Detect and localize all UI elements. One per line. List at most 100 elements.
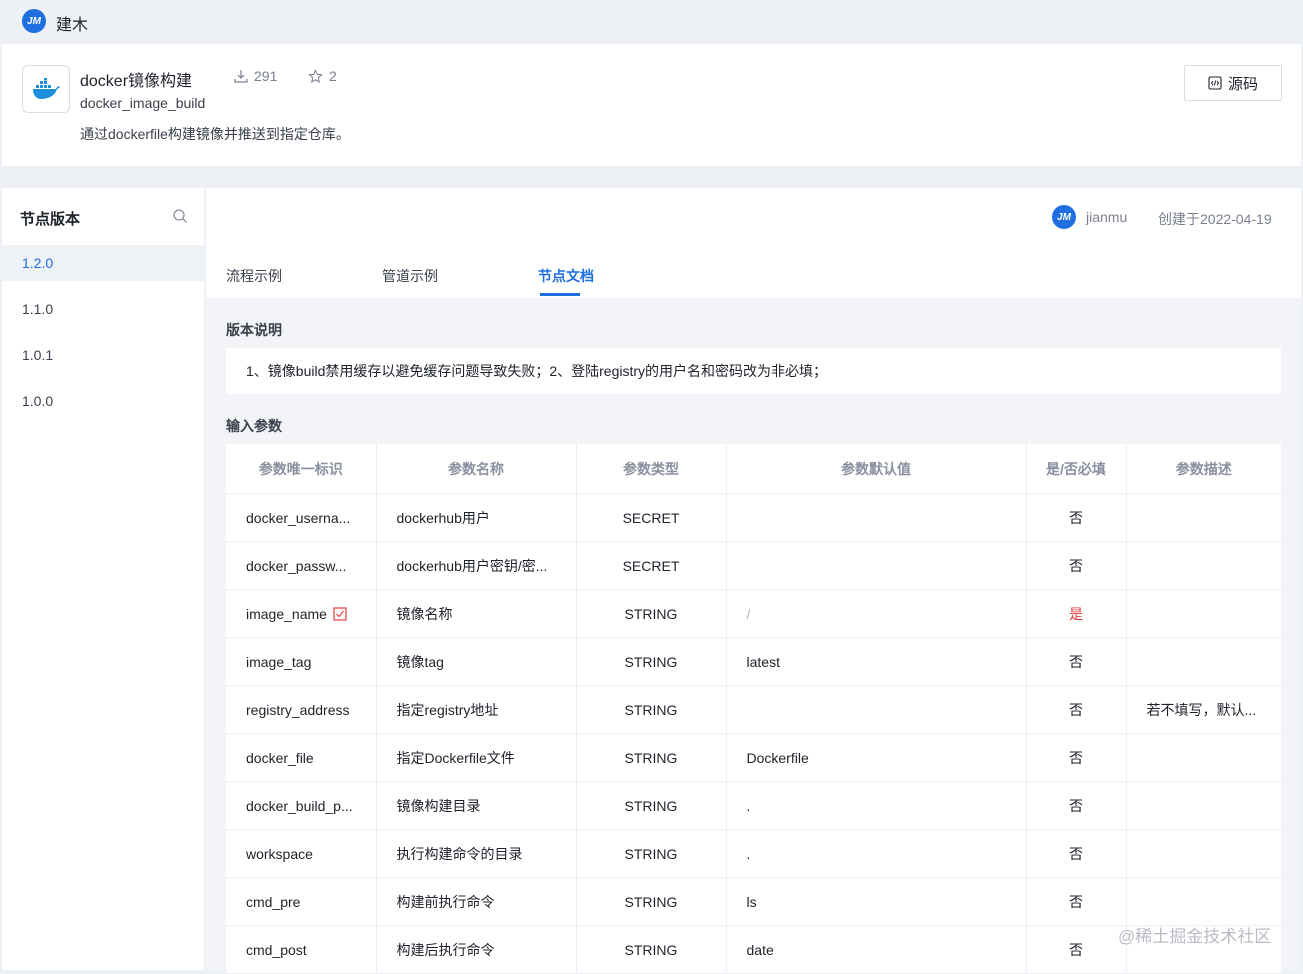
table-row: image_tag 镜像tag STRING latest 否 xyxy=(226,637,1281,686)
author-avatar: JM xyxy=(1052,205,1076,229)
download-icon xyxy=(234,70,248,83)
param-default-cell-text: ls xyxy=(746,893,757,910)
param-required-cell-text: 否 xyxy=(1069,797,1083,814)
param-default-cell xyxy=(726,493,1027,542)
param-desc-cell-text: 若不填写，默认... xyxy=(1146,701,1257,718)
param-name-cell-text: dockerhub用户密钥/密... xyxy=(396,557,548,574)
param-default-cell: . xyxy=(726,781,1027,830)
star-icon[interactable] xyxy=(308,68,323,84)
version-item[interactable]: 1.2.0 xyxy=(2,245,204,281)
param-required-cell-text: 是 xyxy=(1069,605,1083,622)
search-icon[interactable] xyxy=(172,208,188,224)
param-default-cell: / xyxy=(726,589,1027,638)
download-count-value: 291 xyxy=(254,68,278,84)
source-code-button[interactable]: 源码 xyxy=(1184,65,1282,101)
version-item[interactable]: 1.0.1 xyxy=(2,337,204,373)
node-header-card: docker镜像构建 docker_image_build 通过dockerfi… xyxy=(2,44,1301,166)
version-item[interactable]: 1.0.0 xyxy=(2,383,204,419)
table-row: docker_build_p... 镜像构建目录 STRING. 否 xyxy=(226,781,1281,830)
param-name-cell: 镜像tag xyxy=(376,637,577,686)
param-type-cell-text: STRING xyxy=(624,845,678,862)
param-required-cell: 否 xyxy=(1026,637,1127,686)
param-required-cell: 否 xyxy=(1026,829,1127,878)
tab-flow-example[interactable]: 流程示例 xyxy=(226,266,282,286)
table-header-row: 参数唯一标识 参数名称 参数类型 参数默认值 是/否必填 参数描述 xyxy=(226,444,1281,494)
param-default-cell xyxy=(726,685,1027,734)
table-row: docker_file 指定Dockerfile文件 STRING Dockerfil… xyxy=(226,733,1281,782)
param-id-cell: cmd_pre xyxy=(226,877,377,926)
param-id-cell: cmd_post xyxy=(226,925,377,974)
param-name-cell-text: 指定registry地址 xyxy=(396,701,499,718)
param-name-cell-text: 构建后执行命令 xyxy=(396,941,495,958)
param-required-cell: 否 xyxy=(1026,685,1127,734)
param-name-cell-text: 构建前执行命令 xyxy=(396,893,495,910)
required-flag-icon xyxy=(333,606,347,621)
param-name-cell-text: 镜像构建目录 xyxy=(396,797,481,814)
column-header: 参数描述 xyxy=(1126,444,1281,494)
version-sidebar: 节点版本 1.2.0 1.1.0 1.0.1 1.0.0 xyxy=(2,188,204,970)
param-id-cell: docker_userna... xyxy=(226,493,377,542)
param-required-cell-text: 否 xyxy=(1069,509,1083,526)
star-count: 2 xyxy=(308,68,337,84)
node-description: 通过dockerfile构建镜像并推送到指定仓库。 xyxy=(80,126,350,142)
param-id-cell-text: docker_userna... xyxy=(246,509,351,526)
param-type-cell-text: STRING xyxy=(624,653,678,670)
param-name-cell-text: 执行构建命令的目录 xyxy=(396,845,523,862)
param-required-cell-text: 否 xyxy=(1069,749,1083,766)
param-type-cell: STRING xyxy=(576,829,727,878)
param-id-cell: image_tag xyxy=(226,637,377,686)
code-icon xyxy=(1208,76,1222,90)
param-type-cell-text: STRING xyxy=(624,797,678,814)
star-count-value: 2 xyxy=(329,68,337,84)
param-required-cell: 否 xyxy=(1026,493,1127,542)
top-bar: JM 建木 xyxy=(0,0,1303,44)
param-name-cell-text: 镜像tag xyxy=(396,653,444,670)
release-notes-text: 1、镜像build禁用缓存以避免缓存问题导致失败；2、登陆registry的用户… xyxy=(246,363,828,379)
param-default-cell-text: / xyxy=(746,605,751,622)
param-type-cell: STRING xyxy=(576,589,727,638)
tab-pipeline-example[interactable]: 管道示例 xyxy=(382,266,438,286)
sidebar-title: 节点版本 xyxy=(20,211,81,228)
param-desc-cell xyxy=(1126,589,1281,638)
param-type-cell: STRING xyxy=(576,781,727,830)
param-type-cell-text: STRING xyxy=(624,893,678,910)
docker-icon xyxy=(22,65,70,113)
brand-name[interactable]: 建木 xyxy=(56,11,88,35)
param-desc-cell xyxy=(1126,493,1281,542)
param-name-cell: dockerhub用户密钥/密... xyxy=(376,541,577,590)
param-id-cell-text: image_tag xyxy=(246,653,312,670)
param-default-cell-text: . xyxy=(746,845,751,862)
table-row: cmd_pre 构建前执行命令 STRING ls 否 xyxy=(226,877,1281,926)
table-row: docker_userna... dockerhub用户 SECRET 否 xyxy=(226,493,1281,542)
table-row: workspace 执行构建命令的目录 STRING. 否 xyxy=(226,829,1281,878)
param-name-cell: 镜像构建目录 xyxy=(376,781,577,830)
param-default-cell: date xyxy=(726,925,1027,974)
param-default-cell: ls xyxy=(726,877,1027,926)
param-name-cell-text: 指定Dockerfile文件 xyxy=(396,749,515,766)
param-name-cell: 指定Dockerfile文件 xyxy=(376,733,577,782)
author-name[interactable]: jianmu xyxy=(1086,209,1127,225)
param-default-cell: . xyxy=(726,829,1027,878)
param-desc-cell xyxy=(1126,781,1281,830)
param-default-cell-text: date xyxy=(746,941,774,958)
params-table: 参数唯一标识 参数名称 参数类型 参数默认值 是/否必填 参数描述 docker… xyxy=(226,444,1281,974)
tab-node-doc[interactable]: 节点文档 xyxy=(538,266,594,286)
param-id-cell: docker_build_p... xyxy=(226,781,377,830)
param-required-cell: 是 xyxy=(1026,589,1127,638)
param-required-cell-text: 否 xyxy=(1069,941,1083,958)
table-row: registry_address 指定registry地址 STRING 否 若不填写，… xyxy=(226,685,1281,734)
param-required-cell: 否 xyxy=(1026,733,1127,782)
param-required-cell: 否 xyxy=(1026,877,1127,926)
param-type-cell-text: STRING xyxy=(624,749,678,766)
param-name-cell: dockerhub用户 xyxy=(376,493,577,542)
node-title: docker镜像构建 xyxy=(80,73,193,90)
param-name-cell: 执行构建命令的目录 xyxy=(376,829,577,878)
param-name-cell: 构建后执行命令 xyxy=(376,925,577,974)
param-default-cell: Dockerfile xyxy=(726,733,1027,782)
brand-logo[interactable]: JM xyxy=(22,9,46,33)
param-type-cell: STRING xyxy=(576,637,727,686)
param-required-cell: 否 xyxy=(1026,781,1127,830)
param-desc-cell xyxy=(1126,637,1281,686)
version-item[interactable]: 1.1.0 xyxy=(2,291,204,327)
param-required-cell: 否 xyxy=(1026,541,1127,590)
